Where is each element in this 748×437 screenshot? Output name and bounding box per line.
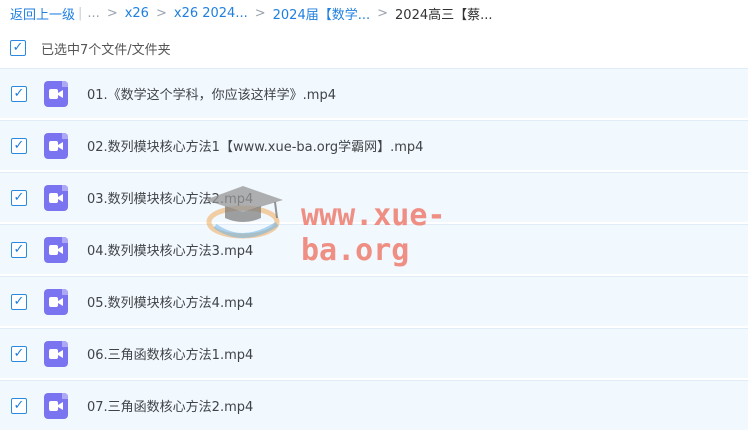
file-list: ✓ 01.《数学这个学科，你应该这样学》.mp4 ✓ 02.数列模块核心方法1【… (0, 68, 748, 432)
breadcrumb-item[interactable]: x26 2024... (174, 6, 248, 21)
video-file-icon (44, 340, 68, 367)
file-checkbox[interactable]: ✓ (11, 137, 27, 154)
breadcrumb-current: 2024高三【蔡... (395, 7, 493, 23)
video-file-icon (44, 392, 68, 419)
selection-bar: ✓ 已选中7个文件/文件夹 (10, 38, 171, 58)
file-checkbox[interactable]: ✓ (11, 345, 27, 362)
breadcrumb-separator: > (106, 5, 118, 21)
file-name[interactable]: 05.数列模块核心方法4.mp4 (87, 292, 253, 311)
file-checkbox[interactable]: ✓ (11, 241, 27, 258)
file-row[interactable]: ✓ 05.数列模块核心方法4.mp4 (0, 276, 748, 326)
breadcrumb: 返回上一级 | ... > x26 > x26 2024... > 2024届【… (10, 0, 493, 26)
file-row[interactable]: ✓ 01.《数学这个学科，你应该这样学》.mp4 (0, 68, 748, 118)
breadcrumb-separator: > (155, 5, 167, 21)
video-file-icon (44, 236, 68, 263)
video-file-icon (44, 132, 68, 159)
breadcrumb-item[interactable]: 2024届【数学... (273, 4, 370, 23)
selection-count-label: 已选中7个文件/文件夹 (41, 42, 171, 58)
breadcrumb-item[interactable]: x26 (125, 6, 149, 21)
file-row[interactable]: ✓ 03.数列模块核心方法2.mp4 (0, 172, 748, 222)
breadcrumb-divider: | (78, 5, 83, 21)
file-row[interactable]: ✓ 07.三角函数核心方法2.mp4 (0, 380, 748, 430)
file-name[interactable]: 02.数列模块核心方法1【www.xue-ba.org学霸网】.mp4 (87, 136, 423, 155)
file-name[interactable]: 03.数列模块核心方法2.mp4 (87, 188, 253, 207)
breadcrumb-separator: > (377, 5, 389, 21)
file-row[interactable]: ✓ 06.三角函数核心方法1.mp4 (0, 328, 748, 378)
video-file-icon (44, 80, 68, 107)
file-row[interactable]: ✓ 02.数列模块核心方法1【www.xue-ba.org学霸网】.mp4 (0, 120, 748, 170)
back-link[interactable]: 返回上一级 (10, 4, 75, 23)
file-checkbox[interactable]: ✓ (11, 189, 27, 206)
select-all-checkbox[interactable]: ✓ (10, 40, 26, 56)
file-checkbox[interactable]: ✓ (11, 397, 27, 414)
file-name[interactable]: 01.《数学这个学科，你应该这样学》.mp4 (87, 84, 336, 103)
video-file-icon (44, 184, 68, 211)
file-checkbox[interactable]: ✓ (11, 293, 27, 310)
breadcrumb-separator: > (254, 5, 266, 21)
file-name[interactable]: 04.数列模块核心方法3.mp4 (87, 240, 253, 259)
breadcrumb-ellipsis[interactable]: ... (87, 6, 99, 21)
file-row[interactable]: ✓ 04.数列模块核心方法3.mp4 (0, 224, 748, 274)
file-name[interactable]: 06.三角函数核心方法1.mp4 (87, 344, 253, 363)
file-checkbox[interactable]: ✓ (11, 85, 27, 102)
file-name[interactable]: 07.三角函数核心方法2.mp4 (87, 396, 253, 415)
video-file-icon (44, 288, 68, 315)
